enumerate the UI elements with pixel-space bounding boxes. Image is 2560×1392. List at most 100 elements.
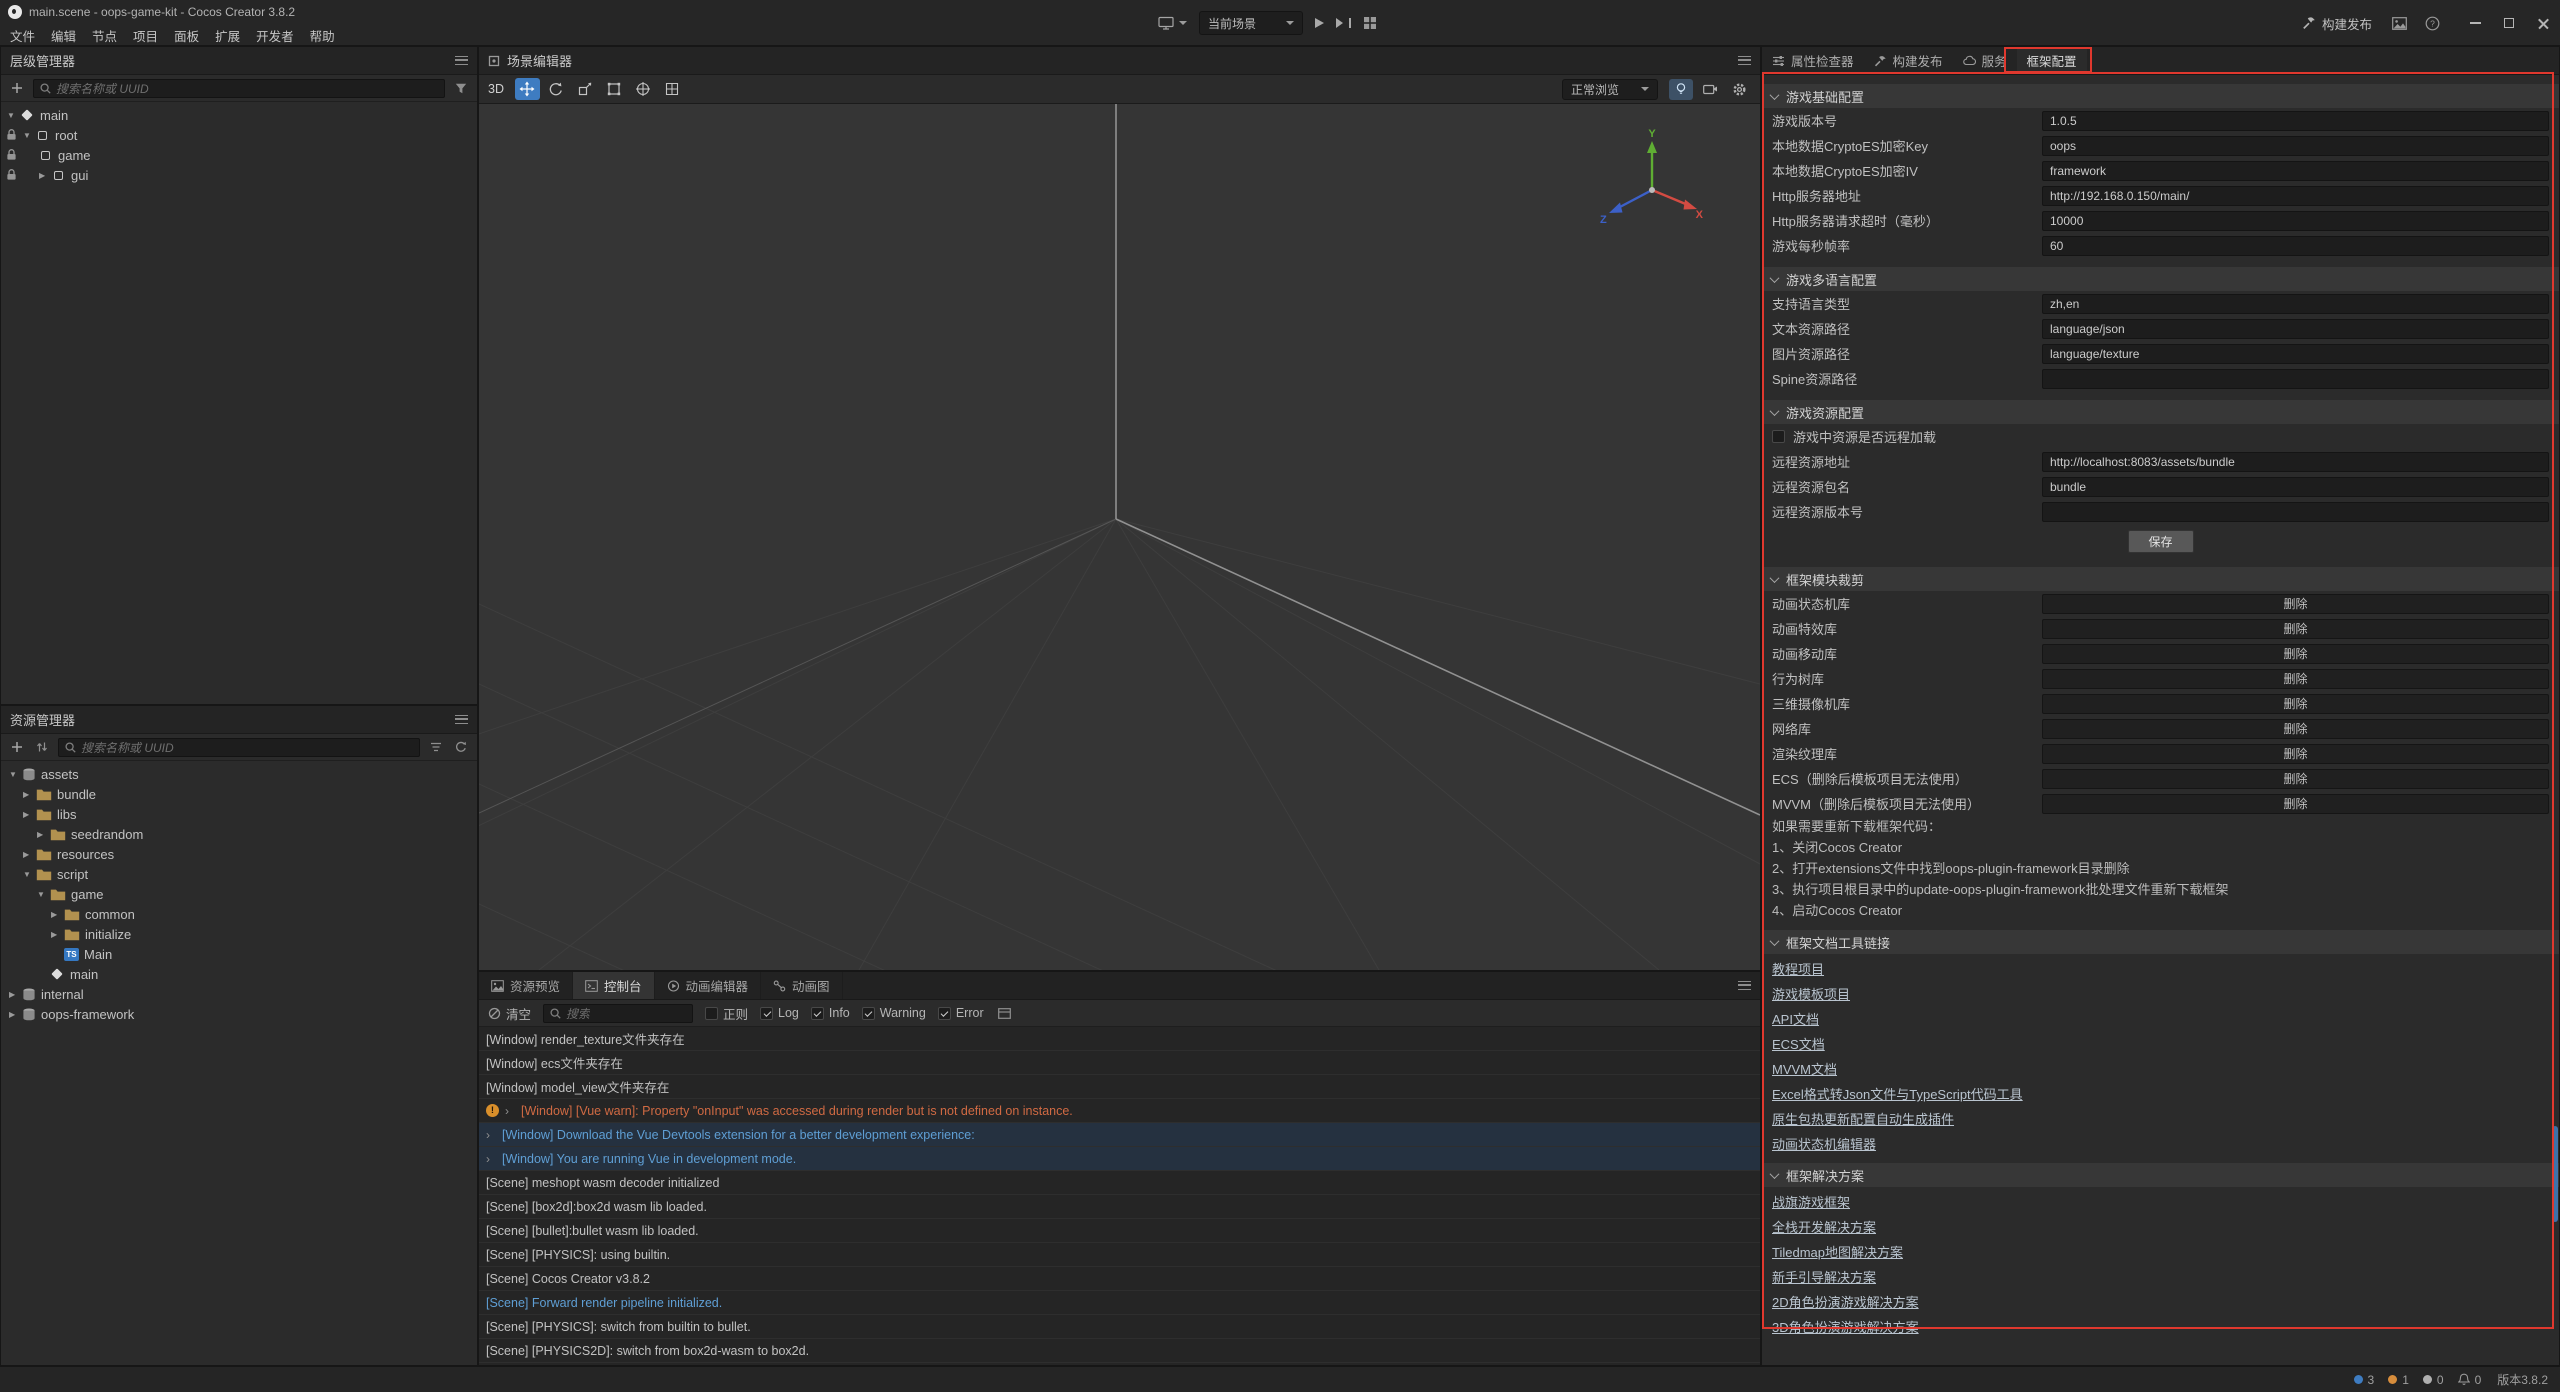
asset-node[interactable]: ▼game [1,884,477,904]
inspector-tab[interactable]: 构建发布 [1864,47,1953,74]
expand-arrow-icon[interactable]: ▼ [23,870,36,879]
log-row[interactable]: [Scene] [bullet]:bullet wasm lib loaded. [479,1219,1760,1243]
asset-node[interactable]: ▶bundle [1,784,477,804]
asset-node[interactable]: ▼script [1,864,477,884]
log-row[interactable]: ›[Window] You are running Vue in develop… [479,1147,1760,1171]
console-filter[interactable]: Warning [862,1006,926,1020]
prop-input[interactable] [2042,502,2549,522]
log-row[interactable]: [Scene] [PHYSICS]: using builtin. [479,1243,1760,1267]
add-node-button[interactable] [8,79,26,97]
log-row[interactable]: [Scene] Cocos Creator v3.8.2 [479,1267,1760,1291]
console-filter[interactable]: Error [938,1006,984,1020]
prop-input[interactable]: http://192.168.0.150/main/ [2042,186,2549,206]
clear-console-button[interactable]: 清空 [488,1004,531,1023]
menu-item[interactable]: 开发者 [248,26,302,45]
doc-link[interactable]: MVVM文档 [1772,1061,1837,1079]
menu-item[interactable]: 帮助 [302,26,343,45]
console-tab[interactable]: 资源预览 [479,972,573,999]
rect-tool[interactable] [602,78,627,100]
preview-scene-select[interactable]: 当前场景 [1199,11,1303,35]
delete-button[interactable]: 删除 [2042,769,2549,789]
preview-layout-button[interactable] [1363,16,1377,30]
expand-arrow-icon[interactable]: ▼ [37,890,50,899]
panel-menu-icon[interactable] [455,56,468,65]
menu-item[interactable]: 文件 [2,26,43,45]
expand-arrow-icon[interactable]: ▶ [39,171,52,180]
doc-link[interactable]: 动画状态机编辑器 [1772,1136,1876,1154]
transform-tool[interactable] [631,78,656,100]
expand-arrow-icon[interactable]: › [486,1152,502,1166]
expand-arrow-icon[interactable]: ▼ [9,770,22,779]
log-row[interactable]: ›[Window] Download the Vue Devtools exte… [479,1123,1760,1147]
status-error[interactable]: 0 [2423,1373,2444,1387]
checkbox[interactable] [938,1007,951,1020]
expand-arrow-icon[interactable]: ▶ [9,990,22,999]
build-publish-button[interactable]: 构建发布 [2302,14,2372,33]
help-button[interactable]: ? [2425,16,2440,31]
menu-item[interactable]: 节点 [84,26,125,45]
checkbox[interactable] [811,1007,824,1020]
log-row[interactable]: [Window] render_texture文件夹存在 [479,1027,1760,1051]
scene-light-toggle[interactable] [1669,79,1693,100]
refresh-assets-button[interactable] [452,738,470,756]
checkbox[interactable] [1772,430,1785,443]
hierarchy-node[interactable]: ▼main [1,105,477,125]
section-header[interactable]: 框架解决方案 [1762,1163,2559,1187]
panel-menu-icon[interactable] [1738,981,1751,990]
doc-link[interactable]: 游戏模板项目 [1772,986,1850,1004]
asset-node[interactable]: ▶oops-framework [1,1004,477,1024]
prop-input[interactable] [2042,369,2549,389]
log-row[interactable]: [Window] model_view文件夹存在 [479,1075,1760,1099]
status-notification[interactable]: 0 [2458,1373,2482,1387]
prop-input[interactable]: oops [2042,136,2549,156]
hierarchy-filter-button[interactable] [452,79,470,97]
panel-menu-icon[interactable] [1738,56,1751,65]
console-filter[interactable]: Info [811,1006,850,1020]
sort-assets-button[interactable] [33,738,51,756]
rotate-tool[interactable] [544,78,569,100]
prop-input[interactable]: language/json [2042,319,2549,339]
delete-button[interactable]: 删除 [2042,794,2549,814]
asset-node[interactable]: ▶libs [1,804,477,824]
expand-arrow-icon[interactable]: ▶ [23,850,36,859]
snap-tool[interactable] [660,78,685,100]
screenshot-button[interactable] [2392,17,2407,30]
status-warning[interactable]: 1 [2388,1373,2409,1387]
menu-item[interactable]: 项目 [125,26,166,45]
move-tool[interactable] [515,78,540,100]
collapse-logs-button[interactable] [996,1004,1014,1022]
view-mode-select[interactable]: 正常浏览 [1562,79,1658,100]
section-header[interactable]: 游戏资源配置 [1762,400,2559,424]
doc-link[interactable]: 战旗游戏框架 [1772,1194,1850,1212]
expand-arrow-icon[interactable]: ▼ [23,131,36,140]
asset-node[interactable]: ▶seedrandom [1,824,477,844]
scene-settings-button[interactable] [1727,79,1751,100]
log-row[interactable]: [Scene] [box2d]:box2d wasm lib loaded. [479,1195,1760,1219]
section-header[interactable]: 框架文档工具链接 [1762,930,2559,954]
doc-link[interactable]: Excel格式转Json文件与TypeScript代码工具 [1772,1086,2023,1104]
hierarchy-node[interactable]: ▶gui [1,165,477,185]
asset-node[interactable]: ▶common [1,904,477,924]
asset-node[interactable]: ▶internal [1,984,477,1004]
log-row[interactable]: [Scene] Forward render pipeline initiali… [479,1291,1760,1315]
log-row[interactable]: [Window] ecs文件夹存在 [479,1051,1760,1075]
section-header[interactable]: 游戏多语言配置 [1762,267,2559,291]
prop-input[interactable]: framework [2042,161,2549,181]
delete-button[interactable]: 删除 [2042,719,2549,739]
delete-button[interactable]: 删除 [2042,669,2549,689]
asset-node[interactable]: ▶resources [1,844,477,864]
delete-button[interactable]: 删除 [2042,594,2549,614]
doc-link[interactable]: 教程项目 [1772,961,1824,979]
maximize-button[interactable] [2492,0,2526,46]
console-filter[interactable]: Log [760,1006,799,1020]
log-row[interactable]: [Scene] [PHYSICS2D]: switch from box2d-w… [479,1339,1760,1363]
play-button[interactable] [1315,18,1324,28]
console-tab[interactable]: 控制台 [573,972,655,999]
prop-input[interactable]: 60 [2042,236,2549,256]
doc-link[interactable]: 2D角色扮演游戏解决方案 [1772,1294,1919,1312]
asset-node[interactable]: ▼assets [1,764,477,784]
expand-arrow-icon[interactable]: ▼ [7,111,20,120]
doc-link[interactable]: ECS文档 [1772,1036,1825,1054]
checkbox[interactable] [760,1007,773,1020]
prop-input[interactable]: http://localhost:8083/assets/bundle [2042,452,2549,472]
